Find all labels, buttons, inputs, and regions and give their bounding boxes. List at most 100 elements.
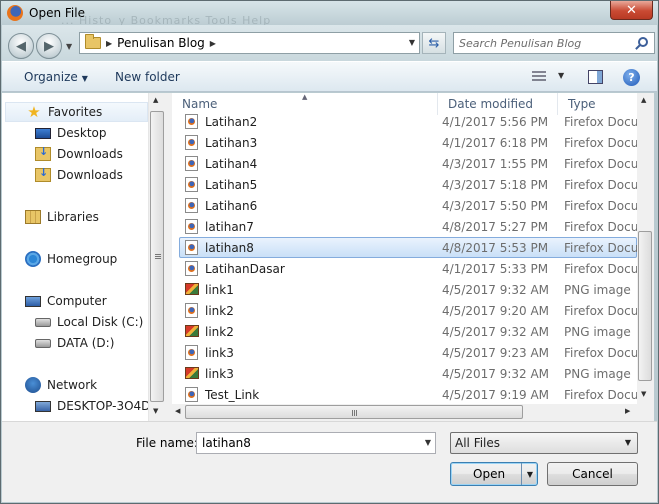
file-row[interactable]: Latihan3 4/1/2017 6:18 PM Firefox Docum xyxy=(179,132,637,153)
firefox-document-icon xyxy=(185,114,198,129)
file-list-horizontal-scrollbar[interactable]: ◀ ▶ xyxy=(172,404,637,421)
nav-network[interactable]: Network xyxy=(25,375,97,395)
scroll-up-icon[interactable]: ▲ xyxy=(641,96,646,104)
nav-local-disk[interactable]: Local Disk (C:) xyxy=(35,312,143,332)
file-row[interactable]: link1 4/5/2017 9:32 AM PNG image xyxy=(179,279,637,300)
close-button[interactable]: ✕ xyxy=(610,1,653,20)
libraries-icon xyxy=(25,210,41,224)
file-row[interactable]: latihan7 4/8/2017 5:27 PM Firefox Docum xyxy=(179,216,637,237)
file-row[interactable]: Latihan6 4/3/2017 5:50 PM Firefox Docum xyxy=(179,195,637,216)
homegroup-icon xyxy=(25,251,41,267)
file-type: Firefox Docum xyxy=(564,240,637,255)
column-date-label: Date modified xyxy=(448,97,534,111)
firefox-document-icon xyxy=(185,303,198,318)
file-date: 4/3/2017 1:55 PM xyxy=(442,156,549,171)
file-name: latihan8 xyxy=(205,240,254,255)
file-name: Latihan5 xyxy=(205,177,258,192)
nav-homegroup[interactable]: Homegroup xyxy=(25,249,117,269)
preview-pane-icon[interactable] xyxy=(588,70,603,84)
view-options-dropdown-icon[interactable]: ▼ xyxy=(558,71,564,80)
breadcrumb-item[interactable]: Penulisan Blog xyxy=(117,36,205,50)
title-bar[interactable]: Open File ... Histo_y Bookmarks Tools He… xyxy=(1,1,658,27)
file-date: 4/5/2017 9:32 AM xyxy=(442,282,550,297)
png-image-icon xyxy=(185,367,199,379)
navigation-scrollbar[interactable]: ▲ ▼ xyxy=(148,93,165,421)
nav-label: Homegroup xyxy=(47,252,118,266)
search-box[interactable] xyxy=(453,32,655,54)
forward-button[interactable]: ▶ xyxy=(36,33,62,59)
nav-computer[interactable]: Computer xyxy=(25,291,107,311)
file-row[interactable]: link2 4/5/2017 9:32 AM PNG image xyxy=(179,321,637,342)
file-row[interactable]: Latihan4 4/3/2017 1:55 PM Firefox Docum xyxy=(179,153,637,174)
command-bar: Organize ▼ New folder ▼ ? xyxy=(2,61,657,92)
pane-splitter[interactable] xyxy=(165,93,172,421)
file-name: Latihan2 xyxy=(205,114,258,129)
organize-button[interactable]: Organize ▼ xyxy=(24,70,88,84)
nav-label: Local Disk (C:) xyxy=(57,315,144,329)
organize-label: Organize xyxy=(24,70,78,84)
back-button[interactable]: ◀ xyxy=(8,33,34,59)
firefox-document-icon xyxy=(185,387,198,402)
breadcrumb[interactable]: ▶ Penulisan Blog ▶ ▼ xyxy=(79,32,420,54)
file-type: Firefox Docum xyxy=(564,345,637,360)
nav-desktop[interactable]: Desktop xyxy=(35,123,107,143)
refresh-button[interactable]: ⇆ xyxy=(422,32,446,54)
nav-downloads[interactable]: Downloads xyxy=(35,144,123,164)
file-row[interactable]: Latihan2 4/1/2017 5:56 PM Firefox Docum xyxy=(179,111,637,132)
breadcrumb-chevron-icon[interactable]: ▶ xyxy=(210,39,216,48)
help-icon[interactable]: ? xyxy=(623,69,640,86)
file-name-combobox[interactable]: ▼ xyxy=(196,432,436,454)
network-icon xyxy=(25,377,41,393)
file-type: PNG image xyxy=(564,366,631,381)
forward-arrow-icon: ▶ xyxy=(44,38,54,54)
file-row[interactable]: link2 4/5/2017 9:20 AM Firefox Docum xyxy=(179,300,637,321)
nav-downloads-2[interactable]: Downloads xyxy=(35,165,123,185)
file-row-selected[interactable]: latihan8 4/8/2017 5:53 PM Firefox Docum xyxy=(179,237,637,258)
search-input[interactable] xyxy=(457,35,627,51)
address-bar: ◀ ▶ ▼ ▶ Penulisan Blog ▶ ▼ ⇆ xyxy=(2,25,657,61)
file-type: Firefox Docum xyxy=(564,156,637,171)
file-type-filter[interactable]: All Files ▼ xyxy=(450,432,638,454)
file-date: 4/5/2017 9:32 AM xyxy=(442,366,550,381)
scroll-up-icon[interactable]: ▲ xyxy=(153,96,158,104)
file-name-field[interactable] xyxy=(200,435,410,451)
file-date: 4/5/2017 9:23 AM xyxy=(442,345,550,360)
file-list-vertical-scrollbar[interactable]: ▲ ▼ xyxy=(637,93,654,404)
address-dropdown-icon[interactable]: ▼ xyxy=(409,38,415,47)
scroll-thumb[interactable] xyxy=(150,111,164,402)
close-icon: ✕ xyxy=(626,2,637,18)
change-view-icon[interactable] xyxy=(532,71,546,83)
nav-data-drive[interactable]: DATA (D:) xyxy=(35,333,114,353)
firefox-document-icon xyxy=(185,135,198,150)
scroll-down-icon[interactable]: ▼ xyxy=(153,407,158,415)
file-name: Latihan4 xyxy=(205,156,258,171)
file-row[interactable]: link3 4/5/2017 9:32 AM PNG image xyxy=(179,363,637,384)
scroll-right-icon[interactable]: ▶ xyxy=(625,407,630,415)
nav-libraries[interactable]: Libraries xyxy=(25,207,99,227)
scroll-thumb[interactable] xyxy=(185,405,523,419)
grip-icon xyxy=(352,410,358,416)
file-row[interactable]: link3 4/5/2017 9:23 AM Firefox Docum xyxy=(179,342,637,363)
file-row[interactable]: Latihan5 4/3/2017 5:18 PM Firefox Docum xyxy=(179,174,637,195)
cancel-button[interactable]: Cancel xyxy=(547,462,638,486)
file-row[interactable]: Test_Link 4/5/2017 9:19 AM Firefox Docum xyxy=(179,384,637,404)
dialog-footer: File name: ▼ All Files ▼ Open ▼ Cancel xyxy=(2,421,657,502)
scroll-left-icon[interactable]: ◀ xyxy=(175,407,180,415)
chevron-down-icon[interactable]: ▼ xyxy=(425,438,431,447)
open-options-dropdown-icon[interactable]: ▼ xyxy=(521,463,538,485)
nav-label: DATA (D:) xyxy=(57,336,115,350)
file-row[interactable]: LatihanDasar 4/1/2017 5:33 PM Firefox Do… xyxy=(179,258,637,279)
downloads-folder-icon xyxy=(35,166,51,182)
scrollbar-corner xyxy=(637,404,654,421)
downloads-folder-icon xyxy=(35,145,51,161)
file-name-label: File name: xyxy=(136,436,198,450)
recent-pages-dropdown-icon[interactable]: ▼ xyxy=(66,42,72,51)
new-folder-button[interactable]: New folder xyxy=(115,70,180,84)
search-icon[interactable] xyxy=(638,37,648,47)
nav-network-pc[interactable]: DESKTOP-3O4DF xyxy=(35,396,148,416)
breadcrumb-chevron-icon[interactable]: ▶ xyxy=(106,39,112,48)
nav-favorites[interactable]: ★ Favorites xyxy=(5,102,148,122)
scroll-down-icon[interactable]: ▼ xyxy=(641,390,646,398)
grip-icon xyxy=(155,254,161,260)
scroll-thumb[interactable] xyxy=(638,231,652,381)
